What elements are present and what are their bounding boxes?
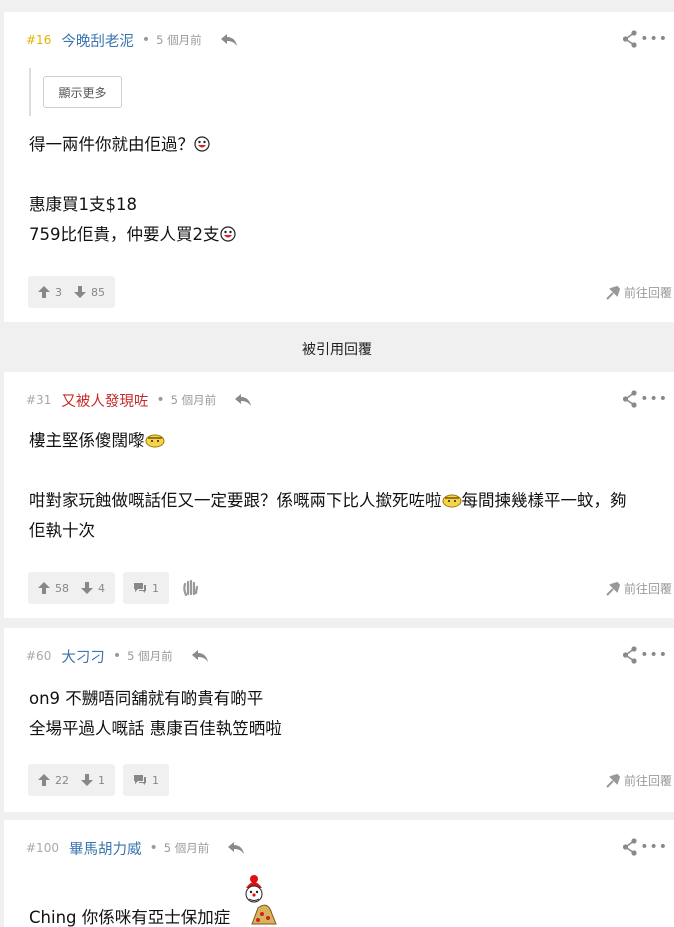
username[interactable]: 畢馬胡力威 (69, 838, 142, 859)
post-line: 咁對家玩蝕做嘅話佢又一定要跟？係嘅兩下比人撳死咗啦 每間揀幾樣平一蚊，夠 (29, 491, 627, 510)
quote-count: 1 (152, 773, 159, 787)
laugh-emoji (194, 136, 210, 152)
post-header: #31 又被人發現咗 • 5 個月前 (26, 390, 252, 410)
reply-icon[interactable] (234, 393, 252, 407)
quoted-replies-header[interactable]: 被引用回覆 (0, 326, 674, 372)
downvote-button[interactable]: 85 (74, 286, 105, 299)
goto-reply-icon (606, 773, 620, 788)
reply-icon[interactable] (220, 33, 238, 47)
post-time: 5 個月前 (163, 841, 210, 855)
post-body: 樓主堅係傻闊嚟 咁對家玩蝕做嘅話佢又一定要跟？係嘅兩下比人撳死咗啦 每間揀幾樣平一… (29, 426, 668, 546)
post-body: 得一兩件你就由佢過？ 惠康買1支$18 759比佢貴，仲要人買2支 (29, 130, 668, 250)
thumb-down-icon (81, 582, 93, 594)
vote-buttons: 58 4 (28, 572, 115, 604)
post-time: 5 個月前 (127, 649, 173, 663)
reply-icon[interactable] (227, 841, 245, 855)
laugh-emoji (219, 226, 236, 242)
goto-reply-icon (606, 285, 620, 300)
thumb-down-icon (74, 286, 86, 298)
upvote-count: 3 (55, 285, 62, 299)
post-line: 得一兩件你就由佢過？ (29, 130, 668, 160)
separator-dot: • (141, 32, 151, 48)
post-31: #31 又被人發現咗 • 5 個月前 ••• 樓主堅係傻闊嚟 咁對家玩蝕做嘅話佢… (4, 372, 674, 618)
wave-icon[interactable] (181, 579, 199, 597)
downvote-count: 4 (98, 581, 105, 595)
downvote-button[interactable]: 1 (81, 774, 105, 787)
post-number[interactable]: #16 (26, 33, 51, 47)
post-header: #60 大刁刁 • 5 個月前 (26, 646, 209, 666)
vote-bar: 58 4 1 (28, 572, 199, 604)
username[interactable]: 今晚刮老泥 (61, 30, 134, 51)
post-line-blank (29, 456, 668, 486)
post-time: 5 個月前 (170, 393, 217, 407)
quote-count-button[interactable]: 1 (123, 764, 169, 796)
post-header: #100 畢馬胡力威 • 5 個月前 (26, 838, 245, 858)
goto-reply-link[interactable]: 前往回覆 (606, 580, 672, 597)
quote-bar (29, 68, 31, 116)
thumb-up-icon (38, 582, 50, 594)
username[interactable]: 大刁刁 (61, 646, 105, 667)
post-line: Ching 你係咪有亞士保加症 (29, 908, 231, 927)
post-header: #16 今晚刮老泥 • 5 個月前 (26, 30, 238, 50)
thumb-up-icon (38, 286, 50, 298)
post-line: 759比佢貴，仲要人買2支 (29, 220, 668, 250)
shy-emoji (145, 434, 164, 448)
share-icon[interactable] (622, 838, 638, 856)
goto-reply-icon (606, 581, 620, 596)
post-line: 佢執十次 (29, 521, 95, 540)
post-100: #100 畢馬胡力威 • 5 個月前 ••• Ching 你係咪有亞士保加症 (4, 820, 674, 927)
post-number[interactable]: #60 (26, 649, 51, 663)
goto-reply-link[interactable]: 前往回覆 (606, 772, 672, 789)
more-icon[interactable]: ••• (640, 648, 668, 662)
post-16: #16 今晚刮老泥 • 5 個月前 ••• 顯示更多 得一兩件你就由佢過？ 惠康… (4, 12, 674, 322)
more-icon[interactable]: ••• (640, 840, 668, 854)
downvote-count: 85 (91, 285, 105, 299)
comment-icon (134, 775, 146, 785)
clown-emoji (245, 875, 277, 925)
post-time: 5 個月前 (156, 33, 202, 47)
thumb-down-icon (81, 774, 93, 786)
quote-count: 1 (152, 581, 159, 595)
reply-icon[interactable] (191, 649, 209, 663)
post-line: 全場平過人嘅話 惠康百佳執笠晒啦 (29, 719, 282, 738)
post-body: Ching 你係咪有亞士保加症 (29, 903, 668, 927)
post-number[interactable]: #100 (26, 841, 59, 855)
upvote-button[interactable]: 3 (38, 286, 62, 299)
post-number[interactable]: #31 (26, 393, 51, 407)
shy-emoji (442, 494, 461, 508)
separator-dot: • (112, 648, 122, 664)
share-icon[interactable] (622, 30, 638, 48)
upvote-count: 58 (55, 581, 69, 595)
show-more-button[interactable]: 顯示更多 (43, 76, 122, 108)
downvote-button[interactable]: 4 (81, 582, 105, 595)
share-icon[interactable] (622, 646, 638, 664)
vote-buttons: 22 1 (28, 764, 115, 796)
comment-icon (134, 583, 146, 593)
share-icon[interactable] (622, 390, 638, 408)
goto-reply-label: 前往回覆 (623, 286, 672, 300)
quote-count-button[interactable]: 1 (123, 572, 169, 604)
post-body: on9 不嬲唔同舖就有啲貴有啲平 全場平過人嘅話 惠康百佳執笠晒啦 (29, 684, 668, 744)
username[interactable]: 又被人發現咗 (61, 390, 148, 411)
vote-buttons: 3 85 (28, 276, 115, 308)
post-line: 樓主堅係傻闊嚟 (29, 426, 668, 456)
more-icon[interactable]: ••• (640, 392, 668, 406)
post-line-blank (29, 160, 668, 190)
downvote-count: 1 (98, 773, 105, 787)
more-icon[interactable]: ••• (640, 32, 668, 46)
goto-reply-label: 前往回覆 (623, 582, 672, 596)
thumb-up-icon (38, 774, 50, 786)
separator-dot: • (149, 840, 158, 856)
vote-bar: 3 85 (28, 276, 115, 308)
post-line: on9 不嬲唔同舖就有啲貴有啲平 (29, 689, 264, 708)
vote-bar: 22 1 1 (28, 764, 169, 796)
post-line: 惠康買1支$18 (29, 195, 137, 214)
goto-reply-link[interactable]: 前往回覆 (606, 284, 672, 301)
goto-reply-label: 前往回覆 (623, 774, 672, 788)
post-60: #60 大刁刁 • 5 個月前 ••• on9 不嬲唔同舖就有啲貴有啲平 全場平… (4, 628, 674, 812)
upvote-button[interactable]: 58 (38, 582, 69, 595)
upvote-count: 22 (55, 773, 69, 787)
separator-dot: • (156, 392, 165, 408)
upvote-button[interactable]: 22 (38, 774, 69, 787)
